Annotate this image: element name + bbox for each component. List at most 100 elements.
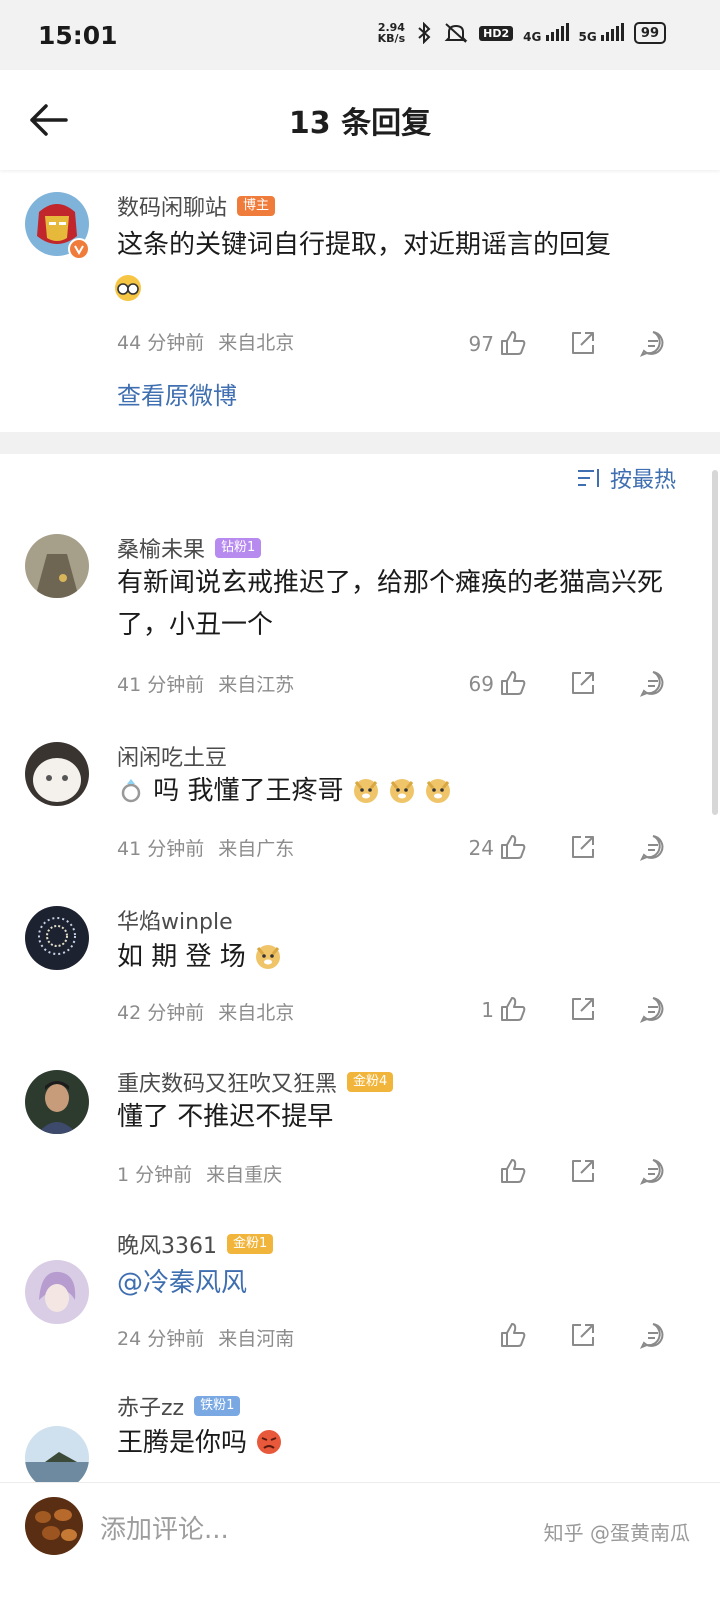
fan-badge: 钻粉1: [215, 538, 262, 558]
like-count: 24: [468, 836, 494, 860]
author-name[interactable]: 数码闲聊站 博主: [117, 190, 276, 222]
sort-label: 按最热: [609, 468, 676, 493]
comment-text: 有新闻说玄戒推迟了，给那个瘫痪的老猫高兴死了，小丑一个: [117, 568, 664, 640]
comment-author[interactable]: 重庆数码又狂吹又狂黑 金粉4: [117, 1066, 394, 1098]
comment-author[interactable]: 晚风3361 金粉1: [117, 1228, 274, 1260]
doge-emoji-icon: [353, 779, 378, 803]
comment-time: 42 分钟前: [117, 1002, 205, 1024]
like-icon[interactable]: [498, 668, 528, 698]
sort-icon: [577, 469, 599, 487]
avatar[interactable]: [25, 1260, 89, 1324]
avatar[interactable]: [25, 534, 89, 598]
fan-badge: 铁粉1: [194, 1396, 241, 1416]
comment-actions: 24: [450, 832, 690, 866]
comment-icon[interactable]: [638, 1156, 668, 1186]
comment-meta: 42 分钟前 来自北京: [117, 998, 308, 1025]
add-comment-input[interactable]: 添加评论...: [100, 1509, 229, 1546]
section-divider: [0, 432, 720, 454]
post-time: 44 分钟前: [117, 332, 205, 354]
comment-icon[interactable]: [638, 994, 668, 1024]
battery-icon: 99: [633, 22, 666, 44]
avatar[interactable]: [25, 1426, 89, 1490]
comment-icon[interactable]: [638, 832, 668, 862]
avatar[interactable]: [25, 742, 89, 806]
comment-meta: 24 分钟前 来自河南: [117, 1324, 308, 1351]
comment-actions: 69: [450, 668, 690, 702]
doge-emoji-icon: [390, 779, 415, 803]
comment-author-name: 华焰winple: [117, 910, 233, 935]
like-icon[interactable]: [498, 1156, 528, 1186]
comment-input-bar: 添加评论... 知乎 @蛋黄南瓜: [0, 1482, 720, 1602]
page-title: 13 条回复: [288, 106, 432, 141]
comment-author[interactable]: 华焰winple: [117, 904, 233, 936]
watermark: 知乎 @蛋黄南瓜: [543, 1521, 690, 1545]
comment-text-content: 吗 我懂了王疼哥: [153, 776, 344, 806]
author-badge: 博主: [237, 196, 276, 216]
share-icon[interactable]: [568, 994, 598, 1024]
post-text: 这条的关键词自行提取，对近期谣言的回复: [117, 224, 677, 266]
net-speed: 2.94 KB/s: [378, 22, 405, 44]
comment-meta: 41 分钟前 来自江苏: [117, 670, 308, 697]
like-count: 1: [481, 998, 494, 1022]
angry-emoji-icon: [257, 1430, 282, 1454]
comment-text: 如 期 登 场: [117, 936, 677, 978]
share-icon[interactable]: [568, 1156, 598, 1186]
signal-4g-icon: [545, 22, 569, 41]
comment-actions: [450, 1156, 690, 1190]
comment-mention[interactable]: @冷秦风风: [117, 1262, 677, 1304]
comment-author[interactable]: 赤子zz 铁粉1: [117, 1390, 241, 1422]
author-name-text: 数码闲聊站: [117, 196, 228, 221]
signal-5g-icon: [600, 22, 624, 41]
avatar[interactable]: [25, 906, 89, 970]
my-avatar: [25, 1497, 83, 1555]
bluetooth-icon: [418, 22, 431, 44]
like-count: 97: [468, 332, 494, 356]
hd-indicator: HD2: [479, 25, 514, 41]
comment-icon[interactable]: [638, 328, 668, 358]
network-5g: 5G: [579, 22, 624, 44]
comment-time: 41 分钟前: [117, 674, 205, 696]
comment-actions: [450, 1320, 690, 1354]
comment-author-name: 闲闲吃土豆: [117, 746, 228, 771]
like-icon[interactable]: [498, 328, 528, 358]
comment-text-content: 王腾是你吗: [117, 1428, 248, 1458]
comment-author-name: 晚风3361: [117, 1234, 217, 1259]
ring-emoji-icon: [121, 779, 141, 803]
net-speed-unit: KB/s: [377, 32, 406, 45]
view-original-link[interactable]: 查看原微博: [117, 376, 237, 411]
like-icon[interactable]: [498, 994, 528, 1024]
comment-icon[interactable]: [638, 668, 668, 698]
avatar[interactable]: [25, 1070, 89, 1134]
share-icon[interactable]: [568, 668, 598, 698]
comment-meta: 41 分钟前 来自广东: [117, 834, 308, 861]
status-time: 15:01: [38, 20, 118, 50]
like-count: 69: [468, 672, 494, 696]
scrollbar[interactable]: [712, 470, 718, 815]
post-actions: 97: [450, 328, 690, 362]
comment-text: 懂了 不推迟不提早: [117, 1102, 334, 1132]
post-text-content: 这条的关键词自行提取，对近期谣言的回复: [117, 230, 612, 260]
verified-icon: [68, 238, 90, 260]
comment-author-name: 桑榆未果: [117, 538, 206, 563]
like-icon[interactable]: [498, 832, 528, 862]
comment-time: 24 分钟前: [117, 1328, 205, 1350]
comment-author[interactable]: 桑榆未果 钻粉1: [117, 532, 262, 564]
share-icon[interactable]: [568, 328, 598, 358]
comment-icon[interactable]: [638, 1320, 668, 1350]
comment-author-name: 赤子zz: [117, 1396, 185, 1421]
title-bar: 13 条回复: [0, 70, 720, 170]
sort-toggle[interactable]: 按最热: [576, 462, 676, 494]
doge-emoji-icon: [426, 779, 451, 803]
share-icon[interactable]: [568, 832, 598, 862]
comment-meta: 1 分钟前 来自重庆: [117, 1160, 296, 1187]
fan-badge: 金粉1: [227, 1234, 274, 1254]
like-icon[interactable]: [498, 1320, 528, 1350]
status-icons: 2.94 KB/s HD2 4G 5G 99: [378, 22, 666, 44]
fan-badge: 金粉4: [347, 1072, 394, 1092]
comment-location: 来自重庆: [206, 1164, 283, 1186]
network-4g-label: 4G: [523, 29, 542, 44]
share-icon[interactable]: [568, 1320, 598, 1350]
comment-text-content: 如 期 登 场: [117, 942, 246, 972]
comment-author[interactable]: 闲闲吃土豆: [117, 740, 227, 772]
comment-actions: 1: [450, 994, 690, 1028]
